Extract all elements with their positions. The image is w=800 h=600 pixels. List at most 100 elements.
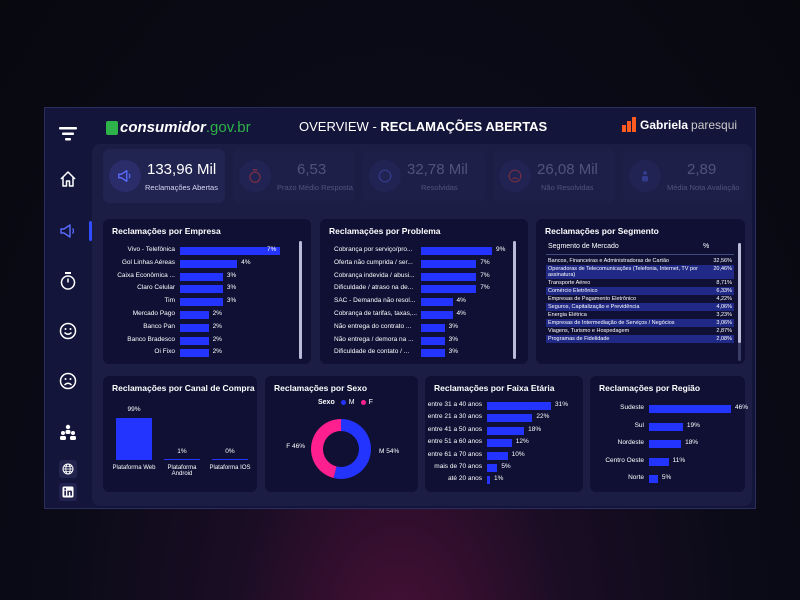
bar-label: Não entrega / demora na ... [334, 335, 414, 343]
card-title: Reclamações por Canal de Compra [112, 383, 255, 393]
bar-label: Tim [164, 297, 175, 305]
scrollbar[interactable] [299, 241, 302, 359]
bar-label: Banco Pan [143, 322, 175, 330]
table-row[interactable]: Comércio Eletrônico 6,33% [546, 287, 734, 295]
bar-row[interactable]: Não entrega do contrato ... 3% [320, 323, 528, 333]
bar-row[interactable]: SAC - Demanda não resol... 4% [320, 297, 528, 307]
bar-label: entre 31 a 40 anos [427, 401, 482, 408]
bar-value: 46% [735, 404, 749, 411]
bar [421, 272, 477, 281]
page-title: OVERVIEW - RECLAMAÇÕES ABERTAS [299, 119, 547, 134]
bar-row[interactable]: Dificuldade de contato / ... 3% [320, 348, 528, 358]
bar-row[interactable]: Tim 3% [103, 297, 311, 307]
scrollbar[interactable] [513, 241, 516, 359]
segment-name: Programas de Fidelidade [546, 335, 712, 343]
bar-row[interactable]: Oferta não cumprida / ser... 7% [320, 259, 528, 269]
stopwatch-icon[interactable] [45, 271, 90, 291]
bar [487, 476, 490, 485]
table-row[interactable]: Seguros, Capitalização e Previdência 4,06… [546, 303, 734, 311]
legend-label-f: F [368, 399, 373, 406]
sexo-donut-chart: M 54% F 46% [286, 419, 399, 479]
bar-value: 1% [177, 447, 187, 455]
table-row[interactable]: Programas de Fidelidade 2,08% [546, 335, 734, 343]
card-title: Reclamações por Problema [329, 226, 441, 236]
bar-row[interactable]: Caixa Econômica ... 3% [103, 272, 311, 282]
table-row[interactable]: Energia Elétrica 3,23% [546, 311, 734, 319]
bar-row[interactable]: Oi Fixo 2% [103, 348, 311, 358]
kpi-card-prazo[interactable]: 6,53 Prazo Médio Resposta [233, 149, 355, 203]
bar [487, 451, 508, 460]
megaphone-icon[interactable] [45, 222, 90, 240]
bar-row[interactable]: Banco Bradesco 2% [103, 336, 311, 346]
bar-value: 22% [536, 413, 550, 421]
table-row[interactable]: Viagens, Turismo e Hospedagem 2,87% [546, 327, 734, 335]
bar-value: 3% [448, 335, 459, 343]
bar-row[interactable]: Gol Linhas Aéreas 4% [103, 259, 311, 269]
table-row[interactable]: Empresas de Intermediação de Serviços / … [546, 319, 734, 327]
bar-label: Plataforma Web [112, 465, 156, 471]
bar-value: 99% [127, 406, 141, 413]
segment-name: Operadoras de Telecomunicações (Telefoni… [546, 265, 712, 279]
globe-button[interactable] [45, 460, 90, 478]
kpi-value: 26,08 Mil [537, 161, 598, 178]
kpi-card-media-nota[interactable]: 2,89 Média Nota Avaliação [623, 149, 745, 203]
sexo-legend: Sexo M F [318, 399, 373, 406]
menu-icon[interactable] [45, 126, 90, 142]
bar-row[interactable]: Banco Pan 2% [103, 323, 311, 333]
bar-value: 0% [225, 448, 235, 455]
consumidor-logo: consumidor .gov.br [106, 119, 251, 136]
bar-row[interactable]: Mercado Pago 2% [103, 310, 311, 320]
segment-value: 3,06% [711, 319, 734, 327]
kpi-card-resolvidas[interactable]: 32,78 Mil Resolvidas [363, 149, 485, 203]
bar-row[interactable]: Cobrança indevida / abusi... 7% [320, 272, 528, 282]
linkedin-button[interactable] [45, 483, 90, 501]
bar-row[interactable]: Dificuldade / atraso na de... 7% [320, 284, 528, 294]
bar [180, 247, 280, 255]
bar [487, 439, 512, 448]
bar-value: 9% [496, 246, 506, 253]
bar-row[interactable]: Não entrega / demora na ... 3% [320, 336, 528, 346]
kpi-card-nao-resolvidas[interactable]: 26,08 Mil Não Resolvidas [493, 149, 615, 203]
bar-row[interactable]: Sul 19% [510, 421, 700, 432]
home-icon[interactable] [45, 170, 90, 188]
table-row[interactable]: Operadoras de Telecomunicações (Telefoni… [546, 265, 734, 279]
brand-first-name: Gabriela [640, 117, 689, 132]
table-row[interactable]: Bancos, Financeiras e Administradoras de… [546, 257, 734, 265]
bar-row[interactable]: Nordeste 18% [510, 439, 698, 449]
bar-row[interactable]: Claro Celular 3% [103, 284, 311, 294]
segment-name: Viagens, Turismo e Hospedagem [548, 328, 630, 334]
bar [180, 311, 209, 319]
bar [649, 457, 669, 466]
kpi-value: 6,53 [297, 161, 327, 178]
scrollbar[interactable] [738, 243, 741, 361]
segmento-col-pct: % [703, 243, 710, 250]
bar-value: 1% [494, 475, 504, 483]
table-row[interactable]: Empresas de Pagamento Eletrônico 4,22% [546, 295, 734, 303]
bar-row[interactable]: Sudeste 46% [510, 404, 748, 414]
frown-icon [499, 160, 531, 192]
table-row[interactable]: Transporte Aéreo 8,71% [546, 279, 734, 287]
bar-value: 7% [480, 271, 490, 279]
bar-label: Plataforma Android [167, 465, 197, 477]
bar-row[interactable]: Cobrança de tarifas, taxas,... 4% [320, 310, 528, 320]
bar-label: entre 21 a 30 anos [427, 413, 482, 421]
kpi-card-abertas[interactable]: 133,96 Mil Reclamações Abertas [103, 149, 225, 203]
frown-icon[interactable] [45, 372, 90, 390]
bar-label: Cobrança por serviço/pro... [334, 246, 413, 253]
bar-row[interactable]: Cobrança por serviço/pro... 9% [320, 246, 528, 256]
bar-row[interactable]: Norte 5% [510, 474, 671, 484]
page-title-prefix: OVERVIEW - [299, 119, 381, 134]
bar [487, 464, 498, 472]
smile-icon[interactable] [45, 322, 90, 340]
bar-row[interactable]: Vivo - Telefônica 7% [103, 246, 311, 256]
bar-row[interactable]: Centro Oeste 11% [510, 457, 685, 467]
bar-value: 3% [448, 348, 459, 356]
bar-label: Sudeste [620, 404, 644, 411]
bar [421, 259, 477, 268]
people-icon[interactable] [45, 423, 90, 441]
bar-label: Dificuldade / atraso na de... [334, 284, 414, 292]
bar-label: Sul [634, 421, 644, 429]
bar-value: 4% [456, 297, 466, 305]
bar-label: entre 41 a 50 anos [427, 425, 482, 433]
bar-label: Cobrança de tarifas, taxas,... [334, 310, 418, 317]
